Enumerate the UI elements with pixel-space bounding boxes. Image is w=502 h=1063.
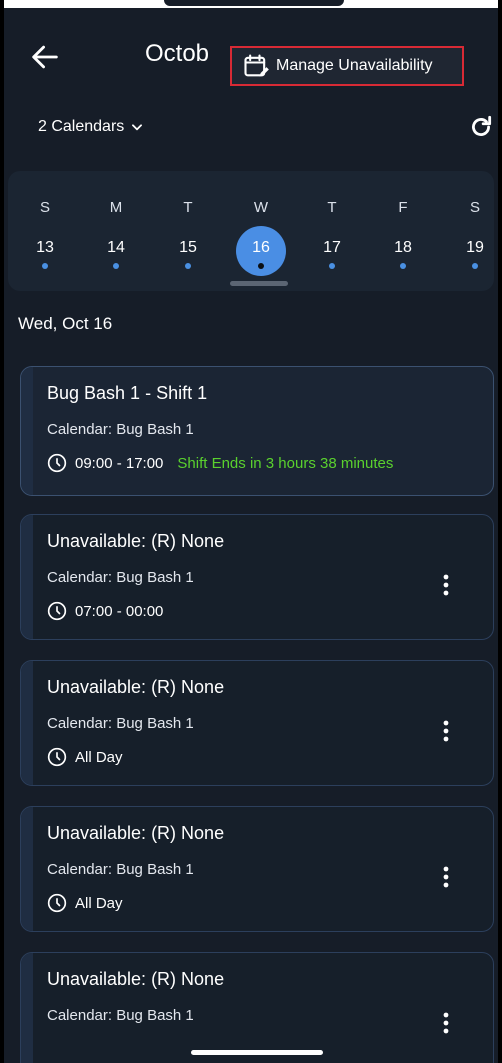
more-vert-icon[interactable] [443, 573, 449, 597]
event-title: Unavailable: (R) None [47, 677, 225, 697]
expand-handle[interactable] [230, 281, 288, 286]
clock-icon [47, 747, 67, 767]
day-of-week: M [109, 199, 123, 216]
event-time: All Day [75, 748, 123, 766]
day-of-week: T [327, 199, 337, 216]
event-time-row: 09:00 - 17:00 Shift Ends in 3 hours 38 m… [47, 453, 393, 473]
event-time: 07:00 - 00:00 [75, 602, 164, 620]
event-time-row: All Day [47, 747, 123, 767]
day-number: 17 [323, 239, 341, 256]
event-dot [185, 263, 191, 269]
event-time: All Day [75, 894, 123, 912]
event-calendar: Calendar: Bug Bash 1 [47, 421, 194, 438]
event-time-row: All Day [47, 893, 123, 913]
day-number: 19 [466, 239, 484, 256]
event-dot [258, 263, 264, 269]
top-edge [4, 0, 498, 8]
manage-unavailability-menu-item[interactable]: Manage Unavailability [230, 46, 464, 86]
card-accent-bar [21, 515, 33, 639]
event-calendar: Calendar: Bug Bash 1 [47, 569, 194, 586]
card-accent-bar [21, 367, 33, 495]
selected-date-heading: Wed, Oct 16 [18, 314, 113, 333]
day-of-week: F [398, 199, 408, 216]
calendar-edit-icon [244, 54, 269, 77]
event-time: 09:00 - 17:00 [75, 454, 164, 472]
event-dot [400, 263, 406, 269]
week-strip: S 13 M 14 T 15 W 16 T 17 F 18 S 19 [8, 171, 494, 291]
event-title: Unavailable: (R) None [47, 969, 225, 989]
event-calendar: Calendar: Bug Bash 1 [47, 861, 194, 878]
event-card[interactable]: Unavailable: (R) None Calendar: Bug Bash… [20, 514, 494, 640]
card-accent-bar [21, 953, 33, 1063]
event-dot [42, 263, 48, 269]
event-dot [329, 263, 335, 269]
event-dot [472, 263, 478, 269]
event-card[interactable]: Bug Bash 1 - Shift 1 Calendar: Bug Bash … [20, 366, 494, 496]
day-of-week: S [469, 199, 480, 216]
calendar-selector[interactable]: 2 Calendars [38, 118, 144, 136]
day-number: 15 [179, 239, 197, 256]
event-card[interactable]: Unavailable: (R) None Calendar: Bug Bash… [20, 806, 494, 932]
event-calendar: Calendar: Bug Bash 1 [47, 1007, 194, 1024]
more-vert-icon[interactable] [443, 719, 449, 743]
app-screen: Octob Manage Unavailability 2 Calendars … [4, 0, 498, 1063]
chevron-down-icon [132, 124, 143, 131]
day-number: 14 [107, 239, 125, 256]
page-title: Octob [145, 40, 210, 67]
event-calendar: Calendar: Bug Bash 1 [47, 715, 194, 732]
shift-status: Shift Ends in 3 hours 38 minutes [177, 454, 394, 472]
event-dot [113, 263, 119, 269]
event-time-row: 07:00 - 00:00 [47, 601, 163, 621]
day-of-week: W [253, 199, 269, 216]
event-title: Bug Bash 1 - Shift 1 [47, 383, 208, 403]
event-card[interactable]: Unavailable: (R) None Calendar: Bug Bash… [20, 660, 494, 786]
day-number: 18 [394, 239, 412, 256]
day-of-week: T [183, 199, 193, 216]
day-number: 16 [252, 239, 270, 256]
event-card[interactable]: Unavailable: (R) None Calendar: Bug Bash… [20, 952, 494, 1063]
card-accent-bar [21, 661, 33, 785]
calendar-selector-label: 2 Calendars [38, 118, 125, 135]
day-of-week: S [39, 199, 50, 216]
home-indicator[interactable] [191, 1050, 323, 1055]
event-title: Unavailable: (R) None [47, 823, 225, 843]
back-arrow-icon[interactable] [28, 40, 62, 74]
refresh-icon[interactable] [468, 114, 494, 140]
day-number: 13 [36, 239, 54, 256]
clock-icon [47, 601, 67, 621]
card-accent-bar [21, 807, 33, 931]
clock-icon [47, 453, 67, 473]
more-vert-icon[interactable] [443, 1011, 449, 1035]
event-title: Unavailable: (R) None [47, 531, 225, 551]
clock-icon [47, 893, 67, 913]
menu-item-label: Manage Unavailability [276, 57, 433, 74]
more-vert-icon[interactable] [443, 865, 449, 889]
